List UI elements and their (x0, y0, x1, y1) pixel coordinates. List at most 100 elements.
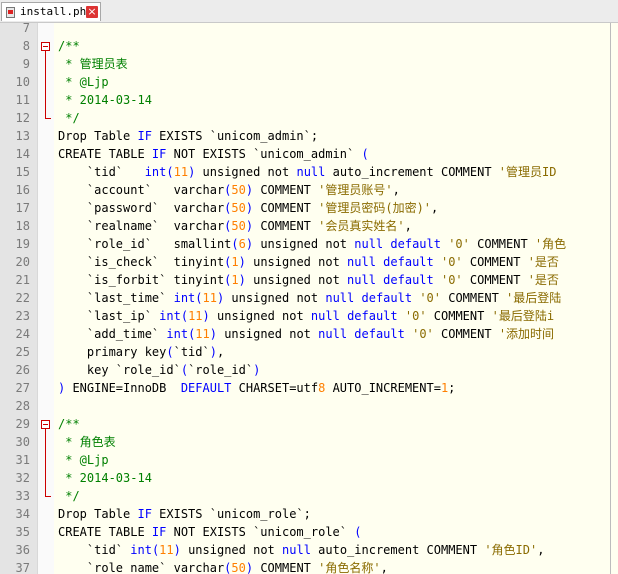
code-line: 19 `role_id` smallint(6) unsigned not nu… (0, 235, 618, 253)
fold-end-marker (45, 118, 51, 119)
line-number: 23 (15, 309, 30, 323)
code-text: `last_time` int(11) unsigned not null de… (58, 291, 562, 305)
code-text: key `role_id`(`role_id`) (58, 363, 261, 377)
code-line: 24 `add_time` int(11) unsigned not null … (0, 325, 618, 343)
code-text: * 2014-03-14 (58, 93, 152, 107)
code-text: `is_check` tinyint(1) unsigned not null … (58, 255, 559, 269)
line-number: 7 (22, 23, 30, 35)
code-line: 37 `role_name` varchar(50) COMMENT '角色名称… (0, 559, 618, 574)
fold-end-marker (45, 496, 51, 497)
tab-label: install.php (20, 5, 93, 18)
code-text: /** (58, 417, 80, 431)
code-line: 16 `account` varchar(50) COMMENT '管理员账号'… (0, 181, 618, 199)
code-text: `tid` int(11) unsigned not null auto_inc… (58, 165, 557, 179)
fold-line (45, 73, 46, 91)
code-line: 7 (0, 23, 618, 37)
fold-line (45, 451, 46, 469)
code-line: 31 * @Ljp (0, 451, 618, 469)
line-number: 27 (15, 381, 30, 395)
line-number: 35 (15, 525, 30, 539)
code-line: 35 CREATE TABLE IF NOT EXISTS `unicom_rol… (0, 523, 618, 541)
line-number: 28 (15, 399, 30, 413)
line-number: 24 (15, 327, 30, 341)
code-line: 36 `tid` int(11) unsigned not null auto_… (0, 541, 618, 559)
code-line: 33 */ (0, 487, 618, 505)
line-number: 19 (15, 237, 30, 251)
line-number: 10 (15, 75, 30, 89)
line-number: 15 (15, 165, 30, 179)
tab-bar: install.php × (0, 0, 618, 23)
code-line: 11 * 2014-03-14 (0, 91, 618, 109)
code-text: CREATE TABLE IF NOT EXISTS `unicom_admin… (58, 147, 369, 161)
line-number: 22 (15, 291, 30, 305)
code-text: `last_ip` int(11) unsigned not null defa… (58, 309, 555, 323)
code-line: 22 `last_time` int(11) unsigned not null… (0, 289, 618, 307)
code-line: 8 /** (0, 37, 618, 55)
code-line: 27) ENGINE=InnoDB DEFAULT CHARSET=utf8 A… (0, 379, 618, 397)
code-line: 21 `is_forbit` tinyint(1) unsigned not n… (0, 271, 618, 289)
code-line: 12 */ (0, 109, 618, 127)
line-number: 31 (15, 453, 30, 467)
code-line: 17 `password` varchar(50) COMMENT '管理员密码… (0, 199, 618, 217)
code-text: * 管理员表 (58, 57, 128, 71)
close-tab-icon[interactable]: × (86, 6, 98, 18)
fold-line (45, 433, 46, 451)
line-number: 33 (15, 489, 30, 503)
code-text: `tid` int(11) unsigned not null auto_inc… (58, 543, 545, 557)
tab-install-php[interactable]: install.php × (1, 2, 101, 21)
code-text: CREATE TABLE IF NOT EXISTS `unicom_role`… (58, 525, 362, 539)
code-line: 25 primary key(`tid`), (0, 343, 618, 361)
code-text: Drop Table IF EXISTS `unicom_role`; (58, 507, 311, 521)
code-text: Drop Table IF EXISTS `unicom_admin`; (58, 129, 319, 143)
code-text: `realname` varchar(50) COMMENT '会员真实姓名', (58, 219, 412, 233)
line-number: 30 (15, 435, 30, 449)
code-line: 15 `tid` int(11) unsigned not null auto_… (0, 163, 618, 181)
code-text: primary key(`tid`), (58, 345, 225, 359)
code-line: 10 * @Ljp (0, 73, 618, 91)
code-line: 20 `is_check` tinyint(1) unsigned not nu… (0, 253, 618, 271)
line-number: 16 (15, 183, 30, 197)
code-text: `account` varchar(50) COMMENT '管理员账号', (58, 183, 400, 197)
code-text: `is_forbit` tinyint(1) unsigned not null… (58, 273, 559, 287)
code-text: `add_time` int(11) unsigned not null def… (58, 327, 555, 341)
line-number: 20 (15, 255, 30, 269)
code-text: * @Ljp (58, 453, 109, 467)
code-line: 23 `last_ip` int(11) unsigned not null d… (0, 307, 618, 325)
code-text: `role_id` smallint(6) unsigned not null … (58, 237, 567, 251)
line-number: 11 (15, 93, 30, 107)
code-line: 26 key `role_id`(`role_id`) (0, 361, 618, 379)
fold-line (45, 469, 46, 487)
code-text: */ (58, 111, 80, 125)
code-line: 14 CREATE TABLE IF NOT EXISTS `unicom_adm… (0, 145, 618, 163)
line-number: 26 (15, 363, 30, 377)
code-editor[interactable]: 7 8/** 9 * 管理员表 10 * @Ljp 11 * 2014-03-14 12 … (0, 23, 618, 574)
code-text: */ (58, 489, 80, 503)
line-number: 32 (15, 471, 30, 485)
line-number: 8 (22, 39, 30, 53)
line-number: 14 (15, 147, 30, 161)
code-line: 9 * 管理员表 (0, 55, 618, 73)
line-number: 12 (15, 111, 30, 125)
line-number: 18 (15, 219, 30, 233)
code-text: * @Ljp (58, 75, 109, 89)
code-line: 30 * 角色表 (0, 433, 618, 451)
line-number: 36 (15, 543, 30, 557)
line-number: 9 (22, 57, 30, 71)
fold-line (45, 91, 46, 109)
code-text: `role_name` varchar(50) COMMENT '角色名称', (58, 561, 388, 574)
code-text: * 角色表 (58, 435, 116, 449)
line-number: 37 (15, 561, 30, 574)
code-line: 13 Drop Table IF EXISTS `unicom_admin`; (0, 127, 618, 145)
code-line: 32 * 2014-03-14 (0, 469, 618, 487)
code-line: 28 (0, 397, 618, 415)
code-text: * 2014-03-14 (58, 471, 152, 485)
fold-line (45, 55, 46, 73)
line-number: 13 (15, 129, 30, 143)
code-text: /** (58, 39, 80, 53)
line-number: 17 (15, 201, 30, 215)
line-number: 29 (15, 417, 30, 431)
php-file-icon (6, 7, 15, 18)
line-number: 21 (15, 273, 30, 287)
code-line: 18 `realname` varchar(50) COMMENT '会员真实姓… (0, 217, 618, 235)
code-line: 34 Drop Table IF EXISTS `unicom_role`; (0, 505, 618, 523)
